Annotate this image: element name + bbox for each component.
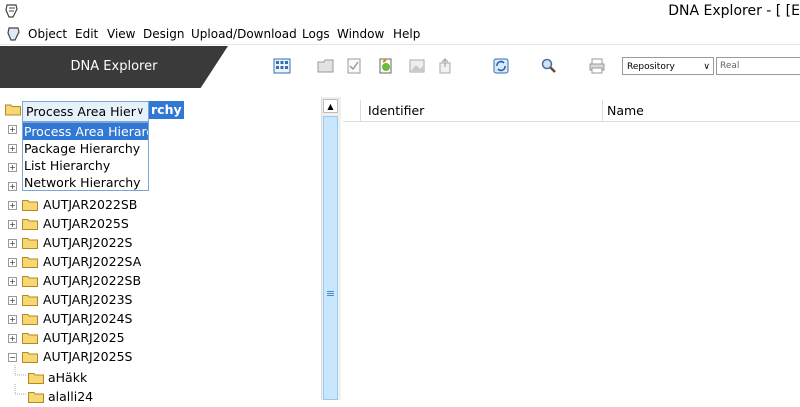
image-icon[interactable] [408, 57, 426, 75]
checklist-icon[interactable] [345, 57, 363, 75]
dropdown-option-network[interactable]: Network Hierarchy [23, 174, 148, 191]
folder-icon [22, 276, 38, 287]
menu-view[interactable]: View [107, 27, 135, 41]
search-icon[interactable] [540, 57, 558, 75]
repository-select-value: Repository [627, 62, 675, 72]
grid-view-icon[interactable] [273, 57, 291, 75]
folder-icon [22, 238, 38, 249]
expand-icon[interactable]: + [8, 163, 17, 172]
folder-icon [22, 333, 38, 344]
hierarchy-root-label[interactable]: rchy [149, 101, 184, 119]
open-folder-icon[interactable] [317, 57, 335, 75]
menu-edit[interactable]: Edit [75, 27, 98, 41]
menu-bar: Object Edit View Design Upload/Download … [0, 24, 800, 45]
expand-icon[interactable]: + [8, 201, 17, 210]
expand-icon[interactable]: + [8, 277, 17, 286]
tree-node-label: AUTJARJ2022SB [43, 273, 142, 288]
tree-node-label: aHäkk [48, 370, 88, 385]
dropdown-option-package[interactable]: Package Hierarchy [23, 140, 148, 157]
object-grid [343, 97, 800, 400]
grip-icon: ≡ [325, 287, 336, 300]
tree-node-label: AUTJARJ2025 [43, 330, 125, 345]
dropdown-option-list[interactable]: List Hierarchy [23, 157, 148, 174]
brand-title: DNA Explorer [70, 59, 158, 74]
folder-icon [22, 352, 38, 363]
folder-icon [22, 219, 38, 230]
menu-object[interactable]: Object [28, 27, 67, 41]
tree-node-label: AUTJARJ2023S [43, 292, 133, 307]
menu-app-icon[interactable] [6, 26, 22, 42]
collapse-icon[interactable]: − [8, 353, 17, 362]
folder-icon [28, 392, 44, 403]
tree-node-label: AUTJARJ2022S [43, 235, 133, 250]
menu-upload-download[interactable]: Upload/Download [191, 27, 297, 41]
print-icon[interactable] [588, 57, 606, 75]
expand-icon[interactable]: + [8, 182, 17, 191]
expand-icon[interactable]: + [8, 220, 17, 229]
column-header-name[interactable]: Name [607, 103, 644, 118]
chevron-down-icon: ∨ [703, 62, 710, 72]
tree-node-label: AUTJARJ2022SA [43, 254, 142, 269]
expand-icon[interactable]: + [8, 296, 17, 305]
grid-row-header-separator [360, 100, 361, 121]
tree-node-label: AUTJARJ2024S [43, 311, 133, 326]
window-title: DNA Explorer - [ [E [668, 3, 800, 19]
tree-node-label: alalli24 [48, 389, 94, 404]
tree-node-label: AUTJAR2022SB [43, 197, 138, 212]
menu-window[interactable]: Window [337, 27, 384, 41]
refresh-document-icon[interactable] [377, 57, 395, 75]
scroll-up-button[interactable]: ▲ [323, 99, 338, 113]
expand-icon[interactable]: + [8, 239, 17, 248]
tree-connector-icon [14, 384, 27, 395]
export-icon[interactable] [436, 57, 454, 75]
tree-node-label: AUTJAR2025S [43, 216, 129, 231]
column-separator[interactable] [602, 100, 603, 121]
expand-icon[interactable]: + [8, 144, 17, 153]
menu-design[interactable]: Design [143, 27, 184, 41]
expand-icon[interactable]: + [8, 258, 17, 267]
folder-icon [22, 200, 38, 211]
tree-node-label: AUTJARJ2025S [43, 349, 133, 364]
column-header-identifier[interactable]: Identifier [368, 103, 424, 118]
search-input[interactable]: Real [716, 57, 800, 75]
menu-logs[interactable]: Logs [302, 27, 330, 41]
expand-icon[interactable]: + [8, 125, 17, 134]
folder-icon [28, 373, 44, 384]
hierarchy-dropdown-list: Process Area Hierarc Package Hierarchy L… [22, 122, 149, 191]
expand-icon[interactable]: + [8, 315, 17, 324]
folder-icon [22, 314, 38, 325]
sync-icon[interactable] [492, 57, 510, 75]
expand-icon[interactable]: + [8, 334, 17, 343]
hierarchy-combobox[interactable]: Process Area Hier ∨ [22, 101, 149, 122]
repository-select[interactable]: Repository ∨ [622, 57, 714, 75]
dropdown-option-process-area[interactable]: Process Area Hierarc [23, 123, 148, 140]
grid-header: Identifier Name [343, 100, 800, 122]
folder-icon [22, 257, 38, 268]
folder-icon [22, 295, 38, 306]
app-icon [5, 4, 18, 18]
root-folder-icon [5, 104, 21, 116]
tree-connector-icon [14, 365, 27, 376]
scrollbar-thumb[interactable] [323, 116, 338, 400]
chevron-down-icon: ∨ [136, 106, 144, 117]
menu-help[interactable]: Help [393, 27, 420, 41]
hierarchy-combobox-value: Process Area Hier [26, 104, 136, 119]
title-bar: DNA Explorer - [ [E [0, 0, 800, 24]
